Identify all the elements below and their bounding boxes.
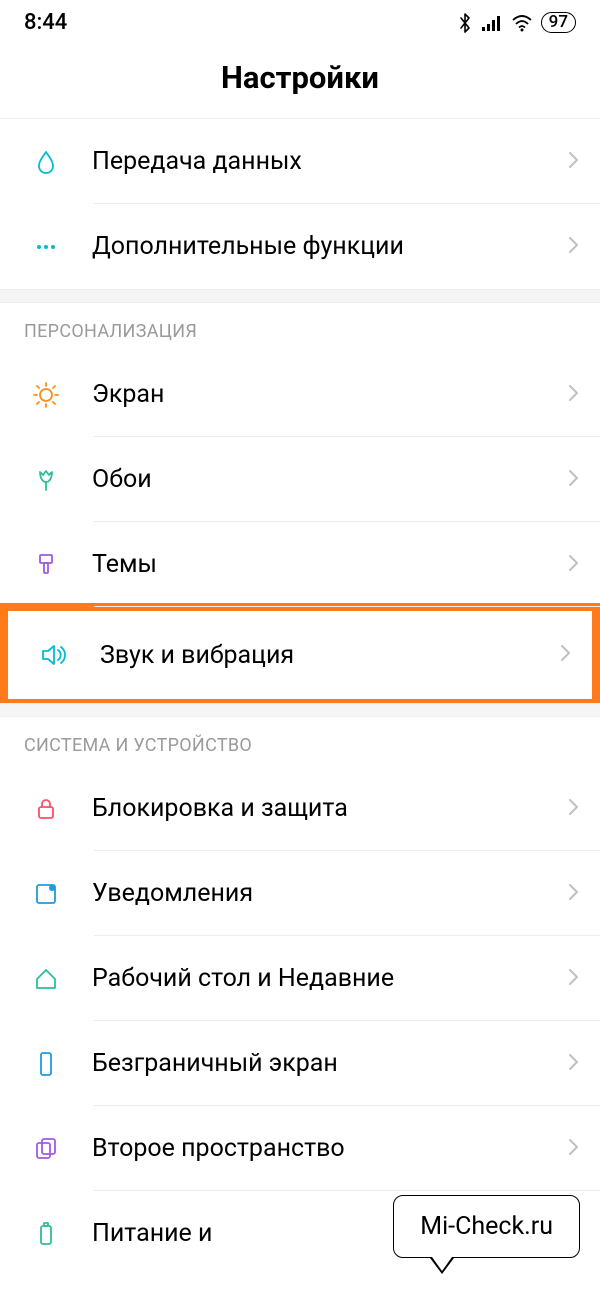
settings-item-sound-vibration[interactable]: Звук и вибрация — [8, 611, 592, 699]
notif-icon — [24, 880, 68, 908]
dots-icon — [24, 233, 68, 261]
phone-icon — [24, 1050, 68, 1078]
chevron-right-icon — [558, 642, 572, 668]
divider — [94, 606, 600, 607]
battery-icon — [24, 1220, 68, 1248]
settings-item-display[interactable]: Экран — [0, 352, 600, 437]
group-separator — [0, 289, 600, 303]
watermark-text: Mi-Check.ru — [420, 1212, 553, 1241]
speaker-icon — [32, 640, 76, 670]
settings-item-label: Второе пространство — [68, 1134, 566, 1163]
chevron-right-icon — [566, 382, 580, 408]
chevron-right-icon — [566, 234, 580, 260]
settings-item-second-space[interactable]: Второе пространство — [0, 1106, 600, 1191]
settings-item-label: Передача данных — [68, 147, 566, 176]
settings-item-label: Уведомления — [68, 879, 566, 908]
chevron-right-icon — [566, 1136, 580, 1162]
dual-icon — [24, 1135, 68, 1163]
chevron-right-icon — [566, 467, 580, 493]
settings-list: Передача данных Дополнительные функции ПЕР… — [0, 119, 600, 1276]
page-title: Настройки — [0, 41, 600, 118]
brush-icon — [24, 551, 68, 579]
drop-icon — [24, 148, 68, 176]
settings-item-full-screen[interactable]: Безграничный экран — [0, 1021, 600, 1106]
chevron-right-icon — [566, 1051, 580, 1077]
tulip-icon — [24, 466, 68, 494]
chevron-right-icon — [566, 881, 580, 907]
settings-item-label: Блокировка и защита — [68, 794, 566, 823]
bluetooth-icon — [457, 12, 473, 34]
home-icon — [24, 965, 68, 993]
sun-icon — [24, 381, 68, 409]
battery-indicator: 97 — [541, 12, 576, 33]
settings-item-label: Экран — [68, 380, 566, 409]
group-separator — [0, 703, 600, 717]
status-bar: 8:44 97 — [0, 0, 600, 41]
wifi-icon — [511, 14, 533, 32]
chevron-right-icon — [566, 796, 580, 822]
settings-item-more-features[interactable]: Дополнительные функции — [0, 204, 600, 289]
settings-item-notifications[interactable]: Уведомления — [0, 851, 600, 936]
status-time: 8:44 — [24, 10, 67, 35]
group-header: СИСТЕМА И УСТРОЙСТВО — [0, 717, 600, 766]
settings-item-label: Обои — [68, 465, 566, 494]
watermark-callout: Mi-Check.ru — [393, 1195, 580, 1258]
chevron-right-icon — [566, 552, 580, 578]
settings-item-themes[interactable]: Темы — [0, 522, 600, 607]
status-icons: 97 — [457, 12, 576, 34]
highlight-frame: Звук и вибрация — [0, 603, 600, 707]
chevron-right-icon — [566, 966, 580, 992]
settings-item-label: Темы — [68, 550, 566, 579]
lock-icon — [24, 795, 68, 823]
chevron-right-icon — [566, 149, 580, 175]
settings-item-lock-security[interactable]: Блокировка и защита — [0, 766, 600, 851]
settings-item-data-transfer[interactable]: Передача данных — [0, 119, 600, 204]
settings-item-label: Безграничный экран — [68, 1049, 566, 1078]
settings-item-wallpaper[interactable]: Обои — [0, 437, 600, 522]
settings-item-label: Рабочий стол и Недавние — [68, 964, 566, 993]
signal-icon — [481, 14, 503, 32]
settings-item-home-recents[interactable]: Рабочий стол и Недавние — [0, 936, 600, 1021]
group-header: ПЕРСОНАЛИЗАЦИЯ — [0, 303, 600, 352]
settings-item-label: Дополнительные функции — [68, 232, 566, 261]
settings-item-label: Звук и вибрация — [76, 641, 558, 670]
